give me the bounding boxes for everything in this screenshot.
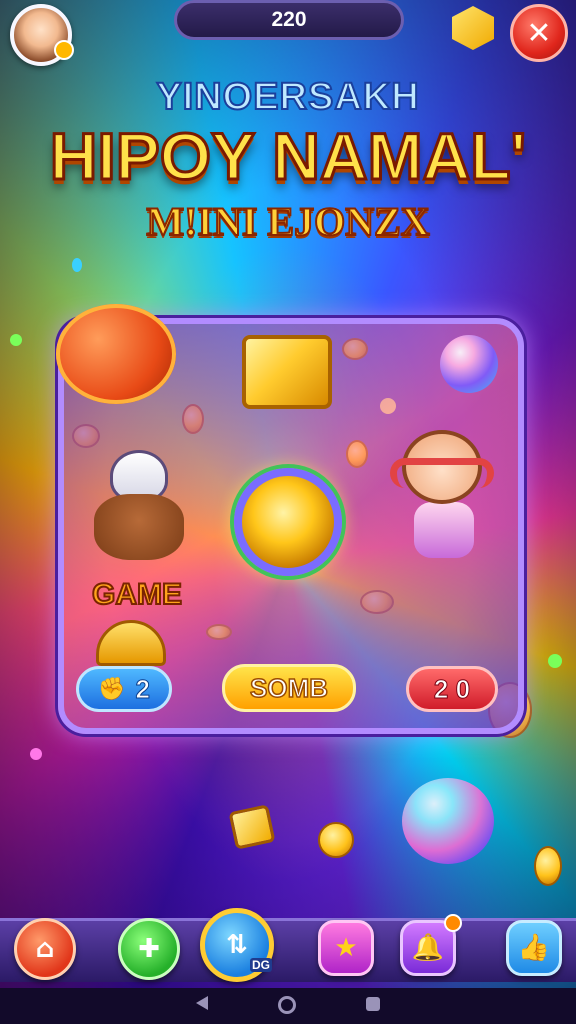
sparkle-icon: [548, 654, 562, 668]
game-label: GAME: [91, 577, 183, 612]
left-counter-button[interactable]: ✊ 2: [76, 666, 172, 712]
sparkle-icon: [10, 334, 22, 346]
headphones-icon: [390, 458, 494, 488]
gem-shop-icon[interactable]: [452, 6, 494, 50]
right-counter-button[interactable]: 2 0: [406, 666, 498, 712]
system-recents-icon[interactable]: [366, 997, 380, 1011]
center-action-button[interactable]: SOMB: [222, 664, 356, 712]
system-home-icon[interactable]: [278, 996, 296, 1014]
bell-icon: 🔔: [411, 933, 445, 963]
star-icon: ★: [334, 933, 358, 963]
girl-headphones-character[interactable]: [386, 430, 504, 562]
home-button[interactable]: ⌂: [14, 918, 76, 980]
like-button[interactable]: 👍: [506, 920, 562, 976]
close-icon: ✕: [526, 15, 552, 51]
home-icon: ⌂: [35, 934, 55, 964]
thumbs-up-icon: 👍: [517, 933, 551, 963]
gold-medallion-icon[interactable]: [234, 468, 342, 576]
ghost-bear-character[interactable]: [88, 450, 188, 560]
coin-icon: [534, 846, 562, 886]
plus-icon: ✚: [138, 934, 160, 964]
player-avatar[interactable]: [10, 4, 74, 66]
arrows-icon: ⇅: [226, 930, 248, 960]
notification-dot-icon: [444, 914, 462, 932]
center-button-tag: DG: [250, 958, 272, 972]
sparkle-icon: [72, 258, 82, 272]
favorites-button[interactable]: ★: [318, 920, 374, 976]
coin-icon: [318, 822, 354, 858]
left-counter-value: 2: [135, 673, 151, 704]
magic-bubble-icon[interactable]: [402, 778, 494, 864]
score-value: 220: [271, 8, 307, 31]
avatar-badge-icon: [54, 40, 74, 60]
center-action-label: SOMB: [249, 672, 329, 704]
title-sub-text: M!INI EJONZX: [145, 198, 430, 245]
right-counter-value: 2 0: [433, 673, 471, 704]
score-display: 220: [174, 0, 404, 40]
title-main-text: HIPOY NAMAL': [48, 118, 528, 195]
title-top-text: YINOERSAKH: [155, 75, 420, 119]
character-body: [94, 494, 184, 560]
character-body: [414, 502, 474, 558]
gold-cube-icon: [228, 804, 276, 850]
system-back-icon[interactable]: [196, 996, 208, 1010]
sparkle-icon: [30, 748, 42, 760]
add-button[interactable]: ✚: [118, 918, 180, 980]
fist-icon: ✊: [98, 676, 126, 701]
bottom-navigation-bar: [0, 918, 576, 982]
gold-block-icon[interactable]: [242, 335, 332, 409]
close-button[interactable]: ✕: [510, 4, 568, 62]
bubble-orb-icon: [440, 335, 498, 393]
planet-icon: [56, 304, 176, 404]
